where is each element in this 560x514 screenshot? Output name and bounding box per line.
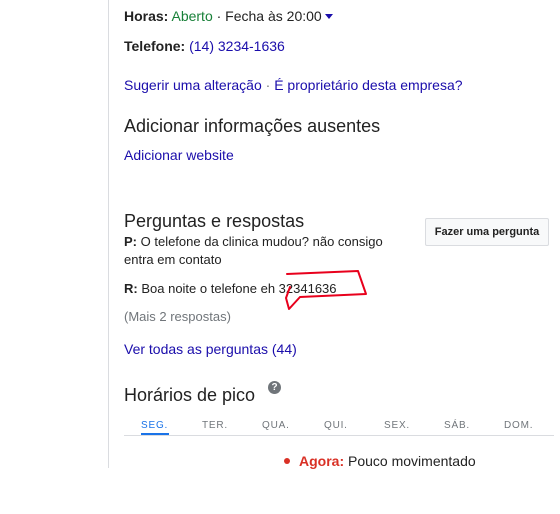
live-status-label: Agora:	[299, 453, 345, 469]
claim-business-link[interactable]: É proprietário desta empresa?	[274, 77, 462, 93]
day-tab-thu[interactable]: QUI.	[324, 420, 348, 431]
more-answers-link[interactable]: (Mais 2 respostas)	[124, 308, 231, 326]
qa-title: Perguntas e respostas	[124, 211, 305, 231]
phone-label: Telefone:	[124, 38, 186, 54]
hours-status: Aberto	[171, 8, 213, 24]
panel-left-divider	[108, 0, 109, 468]
question-prefix: P:	[124, 234, 137, 249]
help-icon[interactable]: ?	[268, 381, 281, 394]
hours-label: Horas:	[124, 8, 169, 24]
live-dot-icon	[284, 458, 290, 465]
add-website-link[interactable]: Adicionar website	[124, 147, 234, 163]
hours-row[interactable]: Horas: Aberto · Fecha às 20:00	[124, 7, 333, 25]
peak-hours-day-tabs: SEG. TER. QUA. QUI. SEX. SÁB. DOM.	[124, 420, 554, 440]
day-tab-sun[interactable]: DOM.	[504, 420, 533, 431]
suggest-edit-link[interactable]: Sugerir uma alteração	[124, 77, 262, 93]
view-all-questions-link[interactable]: Ver todas as perguntas (44)	[124, 341, 297, 357]
missing-info-title: Adicionar informações ausentes	[124, 116, 381, 136]
day-tabs-baseline	[124, 435, 554, 436]
live-status: Agora: Pouco movimentado	[284, 452, 476, 470]
question-item[interactable]: P: O telefone da clinica mudou? não cons…	[124, 233, 414, 269]
day-tab-tue[interactable]: TER.	[202, 420, 228, 431]
live-status-value: Pouco movimentado	[348, 453, 476, 469]
day-tab-fri[interactable]: SEX.	[384, 420, 410, 431]
ask-question-button[interactable]: Fazer uma pergunta	[425, 218, 549, 246]
hours-close-time: · Fecha às 20:00	[216, 8, 322, 24]
phone-row: Telefone: (14) 3234-1636	[124, 37, 285, 55]
phone-link[interactable]: (14) 3234-1636	[189, 38, 285, 54]
chevron-down-icon[interactable]	[324, 13, 333, 19]
peak-hours-title: Horários de pico	[124, 385, 256, 405]
question-text: O telefone da clinica mudou? não consigo…	[124, 234, 383, 267]
edit-links-row: Sugerir uma alteração · É proprietário d…	[124, 76, 463, 94]
day-tab-mon[interactable]: SEG.	[141, 420, 168, 431]
add-website-row: Adicionar website	[124, 146, 234, 164]
answer-text: Boa noite o telefone eh 32341636	[141, 281, 337, 296]
answer-item: R: Boa noite o telefone eh 32341636	[124, 280, 414, 298]
day-tab-wed[interactable]: QUA.	[262, 420, 290, 431]
view-all-row: Ver todas as perguntas (44)	[124, 340, 297, 358]
day-tab-sat[interactable]: SÁB.	[444, 420, 470, 431]
link-separator: ·	[265, 77, 271, 93]
answer-prefix: R:	[124, 281, 138, 296]
